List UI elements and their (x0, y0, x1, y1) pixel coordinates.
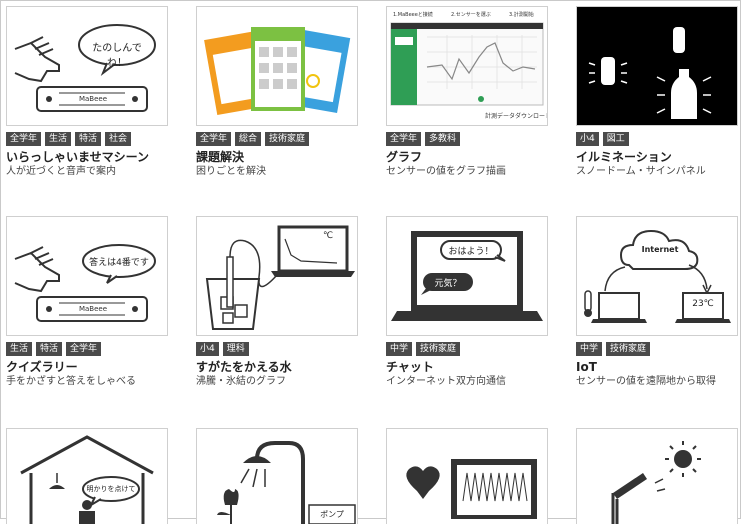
card-description: スノードーム・サインパネル (576, 166, 706, 177)
bubble-text: 答えは4番です (89, 258, 149, 268)
pump-label: ポンプ (320, 510, 344, 519)
tag[interactable]: 特活 (75, 132, 102, 146)
device-label: MaBeee (78, 95, 108, 103)
card-description: 手をかざすと答えをしゃべる (6, 376, 136, 387)
tag[interactable]: 特活 (36, 342, 63, 356)
step-label: 2.センサーを選ぶ (451, 12, 491, 18)
graph-app-screenshot (390, 22, 544, 106)
card-title[interactable]: いらっしゃいませマシーン (6, 150, 168, 164)
card-title[interactable]: グラフ (386, 150, 548, 164)
card-description: 人が近づくと音声で案内 (6, 166, 116, 177)
bubble-text: 明かりを点けて (86, 485, 136, 493)
card-thumbnail[interactable]: おはよう！ 元気？ (386, 216, 548, 336)
card-description: センサーの値をグラフ描画 (386, 166, 506, 177)
card-thumbnail[interactable]: ポンプ (196, 428, 358, 524)
tag-list: 中学 技術家庭 (386, 342, 548, 356)
card-house-light[interactable]: 明かりを点けて (6, 428, 168, 524)
step-label: 3.計測開始 (509, 12, 534, 18)
tag[interactable]: 技術家庭 (265, 132, 310, 146)
card-thumbnail[interactable] (196, 6, 358, 126)
tag[interactable]: 図工 (602, 132, 629, 146)
tag[interactable]: 全学年 (6, 132, 42, 146)
card-graph[interactable]: 1.MaBeeeと接続 2.センサーを選ぶ 3.計測開始 計測データダウンロード… (386, 6, 548, 178)
cloud-label: Internet (641, 245, 679, 254)
device-label: MaBeee (78, 305, 108, 313)
tag[interactable]: 理科 (222, 342, 249, 356)
tag[interactable]: 技術家庭 (606, 342, 651, 356)
tag[interactable]: 生活 (45, 132, 72, 146)
card-illumination[interactable]: 小4 図工 イルミネーション スノードーム・サインパネル (576, 6, 738, 178)
tag[interactable]: 全学年 (196, 132, 232, 146)
tag-list: 小4 理科 (196, 342, 358, 356)
tag-list: 中学 技術家庭 (576, 342, 738, 356)
card-title[interactable]: IoT (576, 360, 738, 374)
worksheet-cards-illustration (204, 27, 351, 115)
heart-laptop-illustration (406, 459, 537, 519)
card-title[interactable]: 課題解決 (196, 150, 358, 164)
tag-list: 小4 図工 (576, 132, 738, 146)
download-label: 計測データダウンロード (485, 113, 548, 120)
card-thumbnail[interactable]: Internet 23℃ (576, 216, 738, 336)
hand-speaker-illustration (14, 244, 156, 322)
tag-list: 生活 特活 全学年 (6, 342, 168, 356)
card-thumbnail[interactable] (576, 6, 738, 126)
tag[interactable]: 中学 (386, 342, 413, 356)
card-thumbnail[interactable]: 1.MaBeeeと接続 2.センサーを選ぶ 3.計測開始 計測データダウンロード (386, 6, 548, 126)
step-label: 1.MaBeeeと接続 (393, 12, 433, 18)
tag-list: 全学年 多教科 (386, 132, 548, 146)
card-chat[interactable]: おはよう！ 元気？ 中学 技術家庭 チャット インターネット双方向通信 (386, 216, 548, 388)
tag[interactable]: 全学年 (386, 132, 422, 146)
sun-panel-illustration (611, 441, 701, 524)
card-description: 沸騰・氷結のグラフ (196, 376, 286, 387)
card-title[interactable]: クイズラリー (6, 360, 168, 374)
unit-label: ℃ (323, 231, 334, 241)
card-sunlight[interactable] (576, 428, 738, 524)
card-heartbeat[interactable] (386, 428, 548, 524)
card-quiz-rally[interactable]: 答えは4番です MaBeee 生活 特活 全学年 クイズラリー 手をかざすと答え… (6, 216, 168, 388)
card-iot[interactable]: Internet 23℃ 中学 技術家庭 IoT センサーの値を遠隔地から取得 (576, 216, 738, 388)
tag-list: 全学年 総合 技術家庭 (196, 132, 358, 146)
house-light-illustration (20, 435, 154, 524)
tag-list: 全学年 生活 特活 社会 (6, 132, 168, 146)
tag[interactable]: 総合 (235, 132, 262, 146)
tag[interactable]: 技術家庭 (416, 342, 461, 356)
glowing-bottles-illustration (588, 27, 712, 119)
card-description: 困りごとを解決 (196, 166, 266, 177)
card-thumbnail[interactable]: たのしんでね！ MaBeee (6, 6, 168, 126)
tag[interactable]: 多教科 (425, 132, 461, 146)
iot-cloud-illustration (584, 229, 731, 323)
card-thumbnail[interactable]: ℃ (196, 216, 358, 336)
tag[interactable]: 小4 (196, 342, 219, 356)
tag[interactable]: 生活 (6, 342, 33, 356)
tag[interactable]: 小4 (576, 132, 599, 146)
bubble-text: たのしんでね！ (92, 43, 142, 69)
bubble-text: 元気？ (434, 279, 462, 289)
card-title[interactable]: イルミネーション (576, 150, 738, 164)
card-description: センサーの値を遠隔地から取得 (576, 376, 716, 387)
card-description: インターネット双方向通信 (386, 376, 506, 387)
tag[interactable]: 全学年 (66, 342, 102, 356)
card-pump[interactable]: ポンプ (196, 428, 358, 524)
card-title[interactable]: チャット (386, 360, 548, 374)
card-water[interactable]: ℃ 小4 理科 すがたをかえる水 沸騰・氷結のグラフ (196, 216, 358, 388)
card-thumbnail[interactable]: 答えは4番です MaBeee (6, 216, 168, 336)
temperature-label: 23℃ (692, 299, 714, 309)
tag[interactable]: 社会 (105, 132, 132, 146)
card-thumbnail[interactable] (576, 428, 738, 524)
bubble-text: おはよう！ (448, 247, 494, 257)
card-irasshaimase[interactable]: たのしんでね！ MaBeee 全学年 生活 特活 社会 いらっしゃいませマシーン… (6, 6, 168, 178)
tag[interactable]: 中学 (576, 342, 603, 356)
card-kadai[interactable]: 全学年 総合 技術家庭 課題解決 困りごとを解決 (196, 6, 358, 178)
card-thumbnail[interactable]: 明かりを点けて (6, 428, 168, 524)
card-thumbnail[interactable] (386, 428, 548, 524)
card-title[interactable]: すがたをかえる水 (196, 360, 358, 374)
